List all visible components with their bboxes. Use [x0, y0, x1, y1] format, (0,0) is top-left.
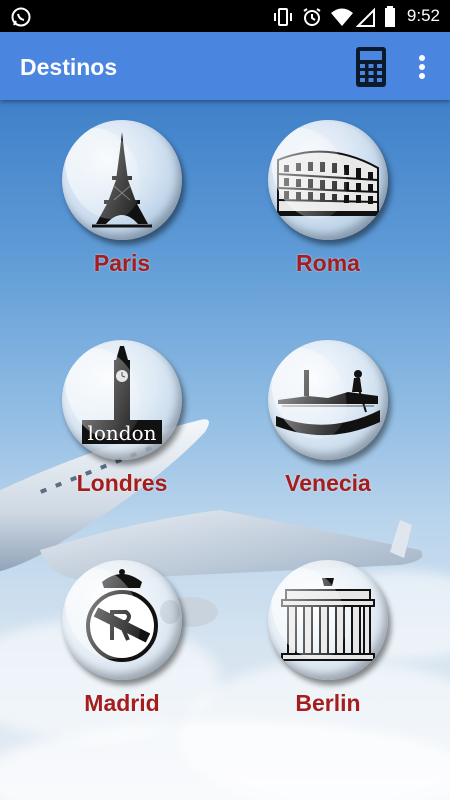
destination-roma[interactable]: Roma [228, 120, 428, 320]
calculator-button[interactable] [352, 45, 390, 89]
destination-venecia[interactable]: Venecia [228, 340, 428, 540]
destination-madrid[interactable]: Madrid [22, 560, 222, 760]
vibrate-icon [272, 6, 294, 33]
berlin-bubble [268, 560, 388, 680]
destination-berlin[interactable]: Berlin [228, 560, 428, 760]
alarm-icon [301, 6, 323, 33]
destination-londres[interactable]: london Londres [22, 340, 222, 540]
destination-label: Paris [93, 250, 151, 276]
clock-time: 9:52 [406, 6, 440, 25]
roma-bubble [268, 120, 388, 240]
destination-paris[interactable]: Paris [22, 120, 222, 320]
battery-icon [384, 6, 396, 33]
londres-bubble: london [62, 340, 182, 460]
destination-label: Londres [76, 470, 168, 496]
app-title: Destinos [20, 54, 118, 80]
app-bar: Destinos [0, 32, 450, 100]
destination-label: Venecia [285, 470, 371, 496]
destination-label: Roma [296, 250, 360, 276]
venecia-bubble [268, 340, 388, 460]
destination-label: Berlin [295, 690, 361, 716]
more-options-button[interactable] [410, 50, 434, 84]
more-options-icon [419, 55, 425, 79]
whatsapp-icon [10, 6, 32, 33]
madrid-bubble [62, 560, 182, 680]
signal-icon [355, 6, 376, 33]
paris-bubble [62, 120, 182, 240]
wifi-icon [330, 6, 354, 33]
calculator-icon [356, 47, 386, 87]
destination-label: Madrid [84, 690, 160, 716]
status-bar: 9:52 [0, 0, 450, 32]
destinations-screen: Paris Roma Londres Venecia Madrid Berlin [0, 100, 450, 800]
